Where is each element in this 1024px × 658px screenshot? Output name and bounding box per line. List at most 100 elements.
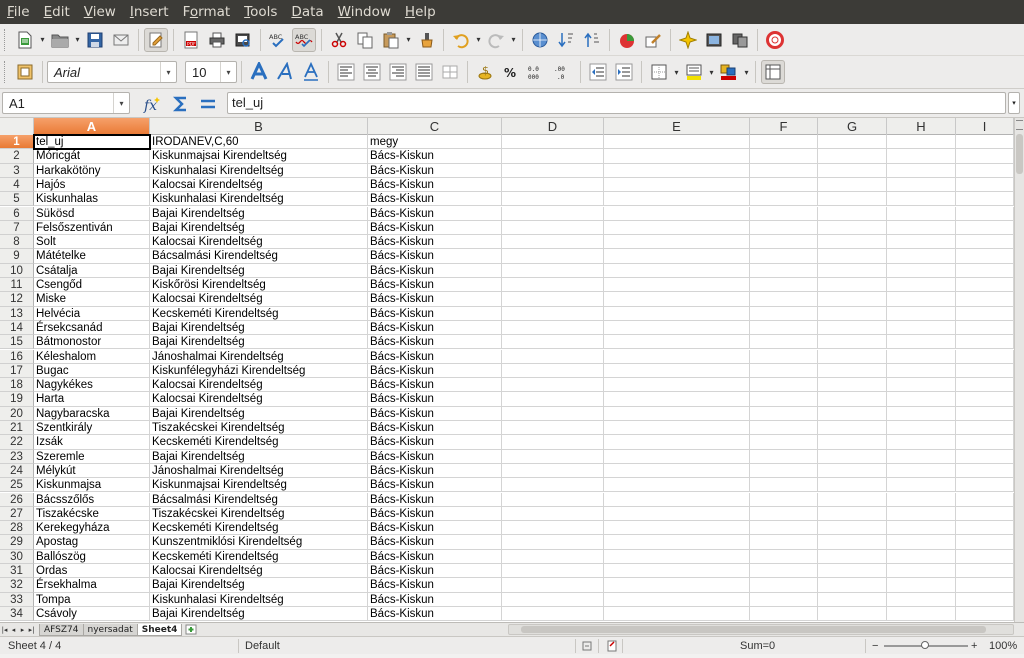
- cell-d12[interactable]: [502, 292, 604, 307]
- cell-h6[interactable]: [887, 206, 956, 221]
- cell-a2[interactable]: Móricgát: [34, 149, 150, 164]
- cell-e15[interactable]: [604, 335, 750, 350]
- cell-i16[interactable]: [956, 349, 1014, 364]
- styles-icon[interactable]: [13, 60, 37, 84]
- row-header[interactable]: 30: [0, 549, 34, 564]
- zoom-in-icon[interactable]: +: [971, 637, 977, 655]
- font-color-dropdown-arrow[interactable]: ▾: [742, 60, 751, 84]
- cell-d30[interactable]: [502, 549, 604, 564]
- cell-c17[interactable]: Bács-Kiskun: [368, 363, 502, 379]
- cell-d6[interactable]: [502, 206, 604, 221]
- cell-h4[interactable]: [887, 177, 956, 193]
- cell-h14[interactable]: [887, 320, 956, 336]
- horizontal-scroll-thumb[interactable]: [521, 626, 986, 633]
- cell-f29[interactable]: [750, 535, 818, 550]
- cell-a1[interactable]: tel_uj: [33, 133, 151, 151]
- cell-g34[interactable]: [818, 606, 887, 622]
- cell-i32[interactable]: [956, 578, 1014, 593]
- cell-f17[interactable]: [750, 363, 818, 379]
- cell-a7[interactable]: Felsőszentiván: [34, 220, 150, 236]
- cell-g6[interactable]: [818, 206, 887, 221]
- cell-c18[interactable]: Bács-Kiskun: [368, 378, 502, 393]
- cell-a29[interactable]: Apostag: [34, 535, 150, 550]
- cell-h25[interactable]: [887, 478, 956, 493]
- horizontal-scrollbar[interactable]: [508, 624, 1014, 635]
- cell-b33[interactable]: Kiskunhalasi Kirendeltség: [150, 592, 368, 607]
- cell-h12[interactable]: [887, 292, 956, 307]
- cell-e30[interactable]: [604, 549, 750, 564]
- row-header[interactable]: 18: [0, 378, 34, 393]
- cell-i1[interactable]: [956, 135, 1014, 150]
- number-format-icon[interactable]: 0.0 000: [525, 60, 549, 84]
- undo-icon[interactable]: [449, 28, 473, 52]
- cell-h30[interactable]: [887, 549, 956, 564]
- cell-h7[interactable]: [887, 220, 956, 236]
- clone-formatting-icon[interactable]: [414, 28, 438, 52]
- merge-cells-icon[interactable]: [438, 60, 462, 84]
- cell-d24[interactable]: [502, 463, 604, 479]
- cell-a8[interactable]: Solt: [34, 235, 150, 250]
- row-header[interactable]: 21: [0, 421, 34, 436]
- data-sources-icon[interactable]: [728, 28, 752, 52]
- cell-h20[interactable]: [887, 406, 956, 421]
- prev-sheet-icon[interactable]: ◂: [9, 624, 18, 636]
- cell-g20[interactable]: [818, 406, 887, 421]
- cell-b3[interactable]: Kiskunhalasi Kirendeltség: [150, 163, 368, 178]
- cell-g25[interactable]: [818, 478, 887, 493]
- cell-e2[interactable]: [604, 149, 750, 164]
- cell-g8[interactable]: [818, 235, 887, 250]
- zoom-level[interactable]: 100%: [989, 637, 1017, 655]
- cell-g17[interactable]: [818, 363, 887, 379]
- cell-h29[interactable]: [887, 535, 956, 550]
- row-header[interactable]: 31: [0, 564, 34, 579]
- cell-e6[interactable]: [604, 206, 750, 221]
- cell-d28[interactable]: [502, 521, 604, 536]
- expand-formula-icon[interactable]: ▾: [1008, 92, 1020, 114]
- cell-c19[interactable]: Bács-Kiskun: [368, 392, 502, 407]
- cell-b30[interactable]: Kecskeméti Kirendeltség: [150, 549, 368, 564]
- cell-e29[interactable]: [604, 535, 750, 550]
- cell-b27[interactable]: Tiszakécskei Kirendeltség: [150, 506, 368, 522]
- cell-h16[interactable]: [887, 349, 956, 364]
- cell-f19[interactable]: [750, 392, 818, 407]
- row-header[interactable]: 15: [0, 335, 34, 350]
- cell-e4[interactable]: [604, 177, 750, 193]
- background-color-icon[interactable]: [682, 60, 706, 84]
- cell-c13[interactable]: Bács-Kiskun: [368, 306, 502, 321]
- row-header[interactable]: 19: [0, 392, 34, 407]
- cell-h31[interactable]: [887, 564, 956, 579]
- cell-a26[interactable]: Bácsszőlős: [34, 492, 150, 507]
- cell-g10[interactable]: [818, 263, 887, 278]
- cell-d33[interactable]: [502, 592, 604, 607]
- cell-h8[interactable]: [887, 235, 956, 250]
- page-style[interactable]: Default: [245, 637, 280, 655]
- cell-h34[interactable]: [887, 606, 956, 622]
- cell-a5[interactable]: Kiskunhalas: [34, 192, 150, 207]
- split-handle[interactable]: [1016, 120, 1023, 130]
- menu-insert[interactable]: Insert: [123, 0, 176, 24]
- cell-b22[interactable]: Kecskeméti Kirendeltség: [150, 435, 368, 450]
- cell-e8[interactable]: [604, 235, 750, 250]
- cell-b12[interactable]: Kalocsai Kirendeltség: [150, 292, 368, 307]
- cell-c25[interactable]: Bács-Kiskun: [368, 478, 502, 493]
- cell-h2[interactable]: [887, 149, 956, 164]
- cell-i13[interactable]: [956, 306, 1014, 321]
- cell-c8[interactable]: Bács-Kiskun: [368, 235, 502, 250]
- toggle-sidebar-icon[interactable]: [761, 60, 785, 84]
- paste-dropdown-arrow[interactable]: ▾: [404, 28, 413, 52]
- column-header-a[interactable]: A: [34, 118, 150, 135]
- cell-h17[interactable]: [887, 363, 956, 379]
- cell-e20[interactable]: [604, 406, 750, 421]
- cell-i12[interactable]: [956, 292, 1014, 307]
- cell-d9[interactable]: [502, 249, 604, 264]
- cell-b8[interactable]: Kalocsai Kirendeltség: [150, 235, 368, 250]
- row-header[interactable]: 32: [0, 578, 34, 593]
- cell-e31[interactable]: [604, 564, 750, 579]
- name-box[interactable]: A1 ▾: [2, 92, 130, 114]
- cell-i34[interactable]: [956, 606, 1014, 622]
- row-header[interactable]: 17: [0, 363, 34, 379]
- borders-icon[interactable]: [647, 60, 671, 84]
- cell-b20[interactable]: Bajai Kirendeltség: [150, 406, 368, 421]
- delete-decimal-icon[interactable]: .00.0: [551, 60, 575, 84]
- redo-dropdown-arrow[interactable]: ▾: [509, 28, 518, 52]
